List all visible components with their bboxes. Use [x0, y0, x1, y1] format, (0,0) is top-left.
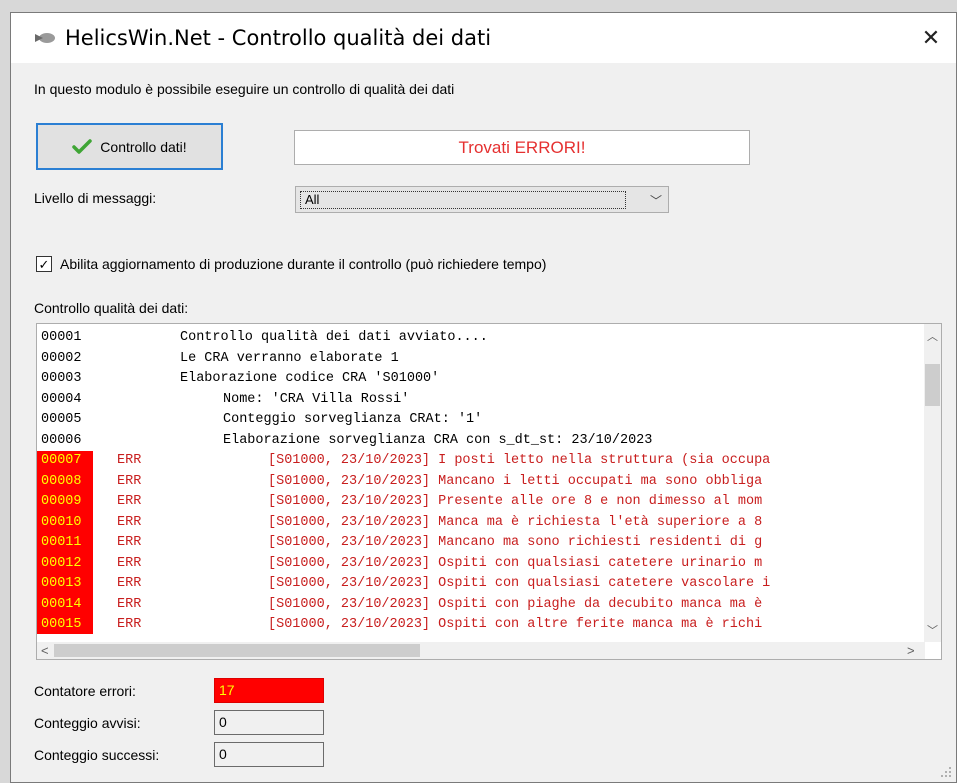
horizontal-scrollbar[interactable]: < >	[37, 642, 925, 659]
log-row-number: 00002	[41, 350, 82, 366]
horizontal-scroll-thumb[interactable]	[54, 644, 420, 657]
log-row[interactable]: 00001 Controllo qualità dei dati avviato.…	[37, 328, 915, 349]
log-row-number: 00012	[37, 553, 93, 574]
log-row-number: 00013	[37, 574, 93, 595]
log-row-number: 00015	[37, 615, 93, 634]
intro-text: In questo modulo è possibile eseguire un…	[34, 81, 455, 97]
log-row-message: Elaborazione codice CRA 'S01000'	[180, 371, 440, 386]
log-row[interactable]: 00013 ERR [S01000, 23/10/2023] Ospiti con …	[37, 574, 915, 595]
checkmark-icon	[72, 138, 93, 154]
log-row-message: [S01000, 23/10/2023] Ospiti con qualsias…	[268, 576, 771, 591]
log-row[interactable]: 00015 ERR [S01000, 23/10/2023] Ospiti con …	[37, 615, 915, 634]
log-row-number: 00008	[37, 471, 93, 492]
log-row[interactable]: 00007 ERR [S01000, 23/10/2023] I posti let…	[37, 451, 915, 472]
result-text: Trovati ERRORI!	[458, 137, 586, 157]
title-bar: HelicsWin.Net - Controllo qualità dei da…	[11, 13, 956, 63]
scroll-right-icon[interactable]: >	[907, 642, 915, 659]
message-level-value: All	[300, 191, 626, 209]
log-row-number: 00006	[41, 432, 82, 448]
log-row-message: [S01000, 23/10/2023] Presente alle ore 8…	[268, 494, 763, 509]
log-row-number: 00005	[41, 412, 82, 427]
log-row-message: [S01000, 23/10/2023] Ospiti con qualsias…	[268, 555, 763, 571]
production-update-label: Abilita aggiornamento di produzione dura…	[60, 256, 547, 272]
log-row-number: 00003	[41, 371, 82, 386]
log-row-level: ERR	[117, 576, 142, 591]
log-row[interactable]: 00012 ERR [S01000, 23/10/2023] Ospiti con …	[37, 553, 915, 574]
log-row[interactable]: 00006 Elaborazione sorveglianza CRA con s…	[37, 431, 915, 452]
log-listbox[interactable]: 00001 Controllo qualità dei dati avviato.…	[36, 323, 942, 660]
dialog-window: HelicsWin.Net - Controllo qualità dei da…	[10, 12, 957, 783]
log-row[interactable]: 00005 Conteggio sorveglianza CRAt: '1'	[37, 410, 915, 431]
log-row-message: [S01000, 23/10/2023] I posti letto nella…	[268, 453, 771, 468]
scroll-left-icon[interactable]: <	[41, 642, 49, 659]
log-row-level: ERR	[117, 453, 142, 468]
production-update-checkbox[interactable]: ✓	[36, 256, 52, 272]
log-row-number: 00009	[37, 492, 93, 513]
log-row-level: ERR	[117, 596, 142, 612]
log-row[interactable]: 00009 ERR [S01000, 23/10/2023] Presente al…	[37, 492, 915, 513]
log-row-message: [S01000, 23/10/2023] Mancano ma sono ric…	[268, 535, 763, 550]
result-field: Trovati ERRORI!	[294, 130, 750, 165]
log-row[interactable]: 00014 ERR [S01000, 23/10/2023] Ospiti con …	[37, 594, 915, 615]
window-title: HelicsWin.Net - Controllo qualità dei da…	[65, 26, 492, 50]
log-row-level: ERR	[117, 617, 142, 632]
successes-counter-label: Conteggio successi:	[34, 747, 160, 763]
log-row-message: [S01000, 23/10/2023] Ospiti con piaghe d…	[268, 596, 763, 612]
log-row-level: ERR	[117, 535, 142, 550]
message-level-select[interactable]: All ﹀	[295, 186, 669, 213]
log-row[interactable]: 00003 Elaborazione codice CRA 'S01000'	[37, 369, 915, 390]
log-row-message: [S01000, 23/10/2023] Mancano i letti occ…	[268, 473, 763, 489]
log-row-level: ERR	[117, 514, 142, 530]
log-row-message: Elaborazione sorveglianza CRA con s_dt_s…	[223, 432, 653, 448]
log-row[interactable]: 00008 ERR [S01000, 23/10/2023] Mancano i l…	[37, 471, 915, 492]
resize-grip-icon[interactable]	[940, 766, 952, 778]
log-row-number: 00014	[37, 594, 93, 615]
log-row-number: 00001	[41, 330, 82, 345]
log-row-level: ERR	[117, 494, 142, 509]
errors-counter: 17	[214, 678, 324, 703]
log-row-message: Controllo qualità dei dati avviato....	[180, 330, 488, 345]
check-data-button-label: Controllo dati!	[100, 138, 187, 155]
warnings-counter-label: Conteggio avvisi:	[34, 715, 141, 731]
scroll-up-icon[interactable]: ︿	[924, 328, 941, 344]
log-label: Controllo qualità dei dati:	[34, 300, 189, 316]
log-row-level: ERR	[117, 473, 142, 489]
log-row[interactable]: 00004 Nome: 'CRA Villa Rossi'	[37, 390, 915, 411]
log-rows: 00001 Controllo qualità dei dati avviato.…	[37, 328, 915, 634]
app-icon	[35, 33, 55, 43]
check-data-button[interactable]: Controllo dati!	[36, 123, 223, 170]
log-row-level: ERR	[117, 555, 142, 571]
message-level-label: Livello di messaggi:	[34, 190, 157, 206]
log-row[interactable]: 00002 Le CRA verranno elaborate 1	[37, 349, 915, 370]
warnings-counter: 0	[214, 710, 324, 735]
log-row[interactable]: 00011 ERR [S01000, 23/10/2023] Mancano ma …	[37, 533, 915, 554]
log-row-message: Le CRA verranno elaborate 1	[180, 350, 399, 366]
log-row-message: Nome: 'CRA Villa Rossi'	[223, 391, 410, 407]
log-row-number: 00007	[37, 451, 93, 472]
scroll-down-icon[interactable]: ﹀	[924, 622, 941, 638]
vertical-scrollbar[interactable]: ︿ ﹀	[924, 324, 941, 642]
vertical-scroll-thumb[interactable]	[925, 364, 940, 406]
errors-counter-label: Contatore errori:	[34, 683, 136, 699]
log-row-message: [S01000, 23/10/2023] Ospiti con altre fe…	[268, 617, 763, 632]
log-row-number: 00010	[37, 512, 93, 533]
close-icon[interactable]: ✕	[914, 21, 948, 55]
log-row-message: [S01000, 23/10/2023] Manca ma è richiest…	[268, 514, 763, 530]
chevron-down-icon: ﹀	[649, 194, 662, 208]
successes-counter: 0	[214, 742, 324, 767]
log-row-number: 00004	[41, 391, 82, 407]
log-row-number: 00011	[37, 533, 93, 554]
log-row[interactable]: 00010 ERR [S01000, 23/10/2023] Manca ma è …	[37, 512, 915, 533]
log-row-message: Conteggio sorveglianza CRAt: '1'	[223, 412, 483, 427]
